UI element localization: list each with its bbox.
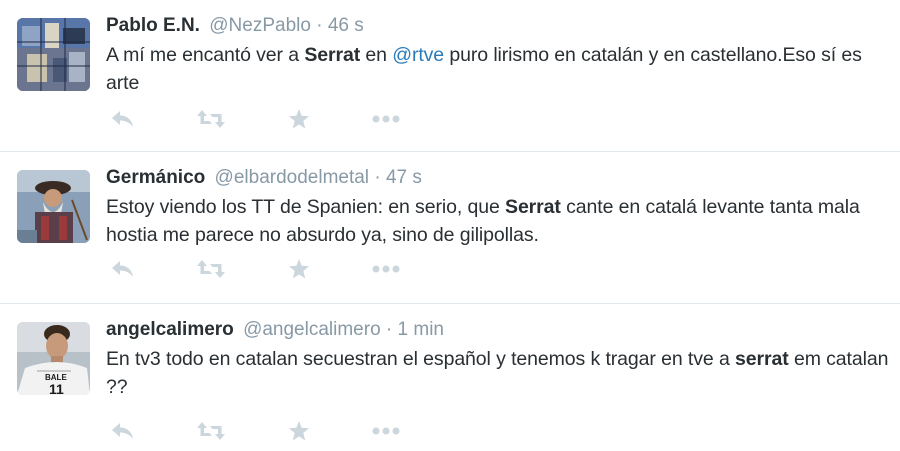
retweet-icon [197,422,225,440]
username[interactable]: @angelcalimero [243,319,381,340]
highlighted-keyword: Serrat [304,44,361,66]
tweet-content: Pablo E.N. @NezPablo · 46 s A mí me enca… [106,13,890,97]
retweet-button[interactable] [194,416,228,446]
favorite-icon [289,259,309,279]
fullname[interactable]: angelcalimero [106,319,234,340]
text-part: en [360,44,393,66]
fullname[interactable]: Germánico [106,167,205,188]
reply-icon [112,423,133,439]
tweet-text: Estoy viendo los TT de Spanien: en serio… [106,193,890,249]
reply-button[interactable] [106,104,140,134]
favorite-icon [289,421,309,441]
retweet-icon [197,260,225,278]
avatar[interactable] [17,18,90,91]
highlighted-keyword: serrat [735,348,789,370]
avatar[interactable]: BALE 11 [17,322,90,395]
reply-icon [112,111,133,127]
tweet-text: A mí me encantó ver a Serrat en @rtve pu… [106,41,890,97]
tweet-text: En tv3 todo en catalan secuestran el esp… [106,345,890,401]
more-button[interactable] [369,254,403,284]
retweet-button[interactable] [194,254,228,284]
retweet-icon [197,110,225,128]
tweet-header: Pablo E.N. @NezPablo · 46 s [106,13,890,39]
text-part: En tv3 todo en catalan secuestran el esp… [106,348,736,370]
favorite-button[interactable] [282,254,316,284]
more-icon [372,427,400,435]
separator: · [374,167,381,188]
more-button[interactable] [369,416,403,446]
more-icon [372,265,400,273]
favorite-button[interactable] [282,416,316,446]
reply-icon [112,261,133,277]
timestamp[interactable]: 47 s [386,167,422,188]
favorite-icon [289,109,309,129]
highlighted-keyword: Serrat [505,196,561,218]
username[interactable]: @elbardodelmetal [215,167,370,188]
reply-button[interactable] [106,254,140,284]
fullname[interactable]: Pablo E.N. [106,15,200,36]
svg-text:11: 11 [49,381,64,395]
timestamp[interactable]: 1 min [398,319,444,340]
username[interactable]: @NezPablo [209,15,311,36]
tweet[interactable]: BALE 11 angelcalimero @angelcalimero · 1… [0,304,900,450]
reply-button[interactable] [106,416,140,446]
retweet-button[interactable] [194,104,228,134]
tweet-content: Germánico @elbardodelmetal · 47 s Estoy … [106,165,890,249]
more-button[interactable] [369,104,403,134]
more-icon [372,115,400,123]
favorite-button[interactable] [282,104,316,134]
mention-link[interactable]: @rtve [392,44,444,66]
timestamp[interactable]: 46 s [328,15,364,36]
tweet-header: Germánico @elbardodelmetal · 47 s [106,165,890,191]
separator: · [316,15,323,36]
text-part: Estoy viendo los TT de Spanien: en serio… [106,196,506,218]
tweet-content: angelcalimero @angelcalimero · 1 min En … [106,317,890,401]
tweet[interactable]: Germánico @elbardodelmetal · 47 s Estoy … [0,152,900,304]
tweet[interactable]: Pablo E.N. @NezPablo · 46 s A mí me enca… [0,0,900,152]
avatar[interactable] [17,170,90,243]
separator: · [385,319,393,340]
text-part: A mí me encantó ver a [106,44,305,66]
tweet-header: angelcalimero @angelcalimero · 1 min [106,317,890,343]
timeline: Pablo E.N. @NezPablo · 46 s A mí me enca… [0,0,900,450]
